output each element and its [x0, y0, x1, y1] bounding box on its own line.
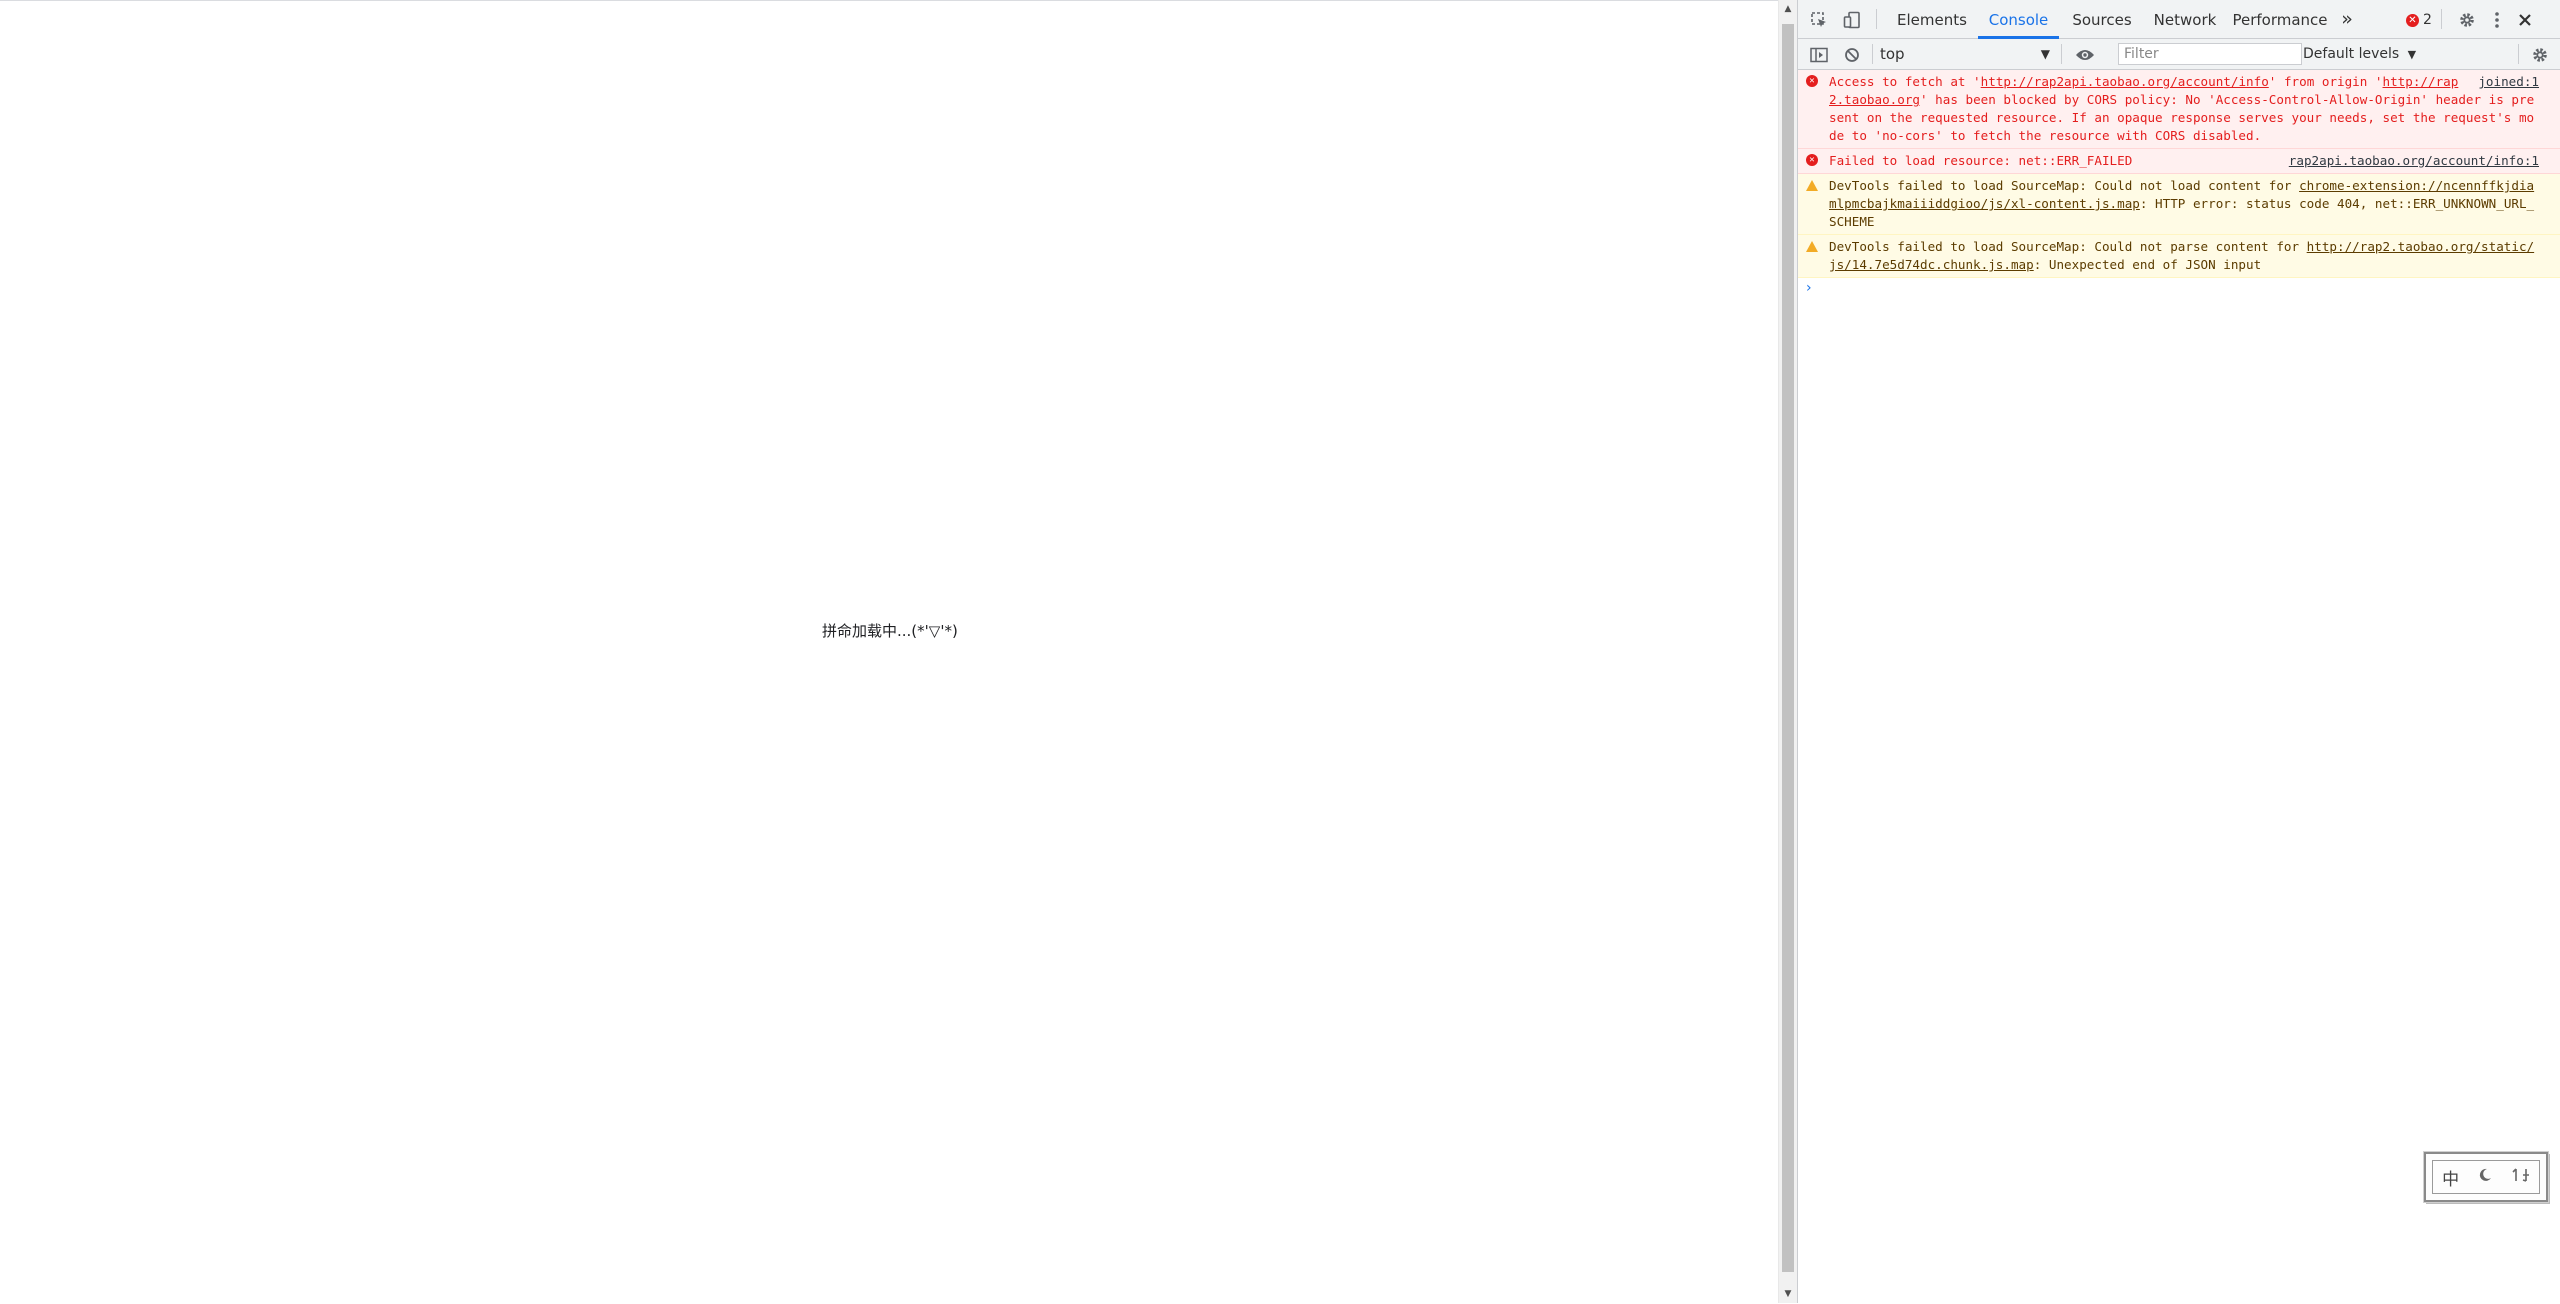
tab-network[interactable]: Network — [2145, 0, 2225, 36]
error-icon: ✕ — [1806, 154, 1818, 166]
console-toolbar: top ▼ Default levels ▼ — [1798, 39, 2560, 70]
more-options-icon[interactable] — [2487, 0, 2507, 38]
error-icon: ✕ — [2406, 13, 2419, 27]
console-message-warning[interactable]: DevTools failed to load SourceMap: Could… — [1798, 235, 2560, 278]
context-value: top — [1880, 45, 1905, 63]
ime-language-toggle[interactable]: 中 — [2442, 1165, 2459, 1190]
ime-status-bar: 中 — [2432, 1160, 2540, 1194]
scrollbar-thumb[interactable] — [1782, 24, 1794, 1272]
devtools-tabbar: Elements Console Sources Network Perform… — [1798, 0, 2560, 39]
log-levels-label: Default levels — [2303, 46, 2400, 62]
scroll-down-arrow-icon[interactable]: ▼ — [1779, 1285, 1797, 1303]
toolbar-divider — [1876, 9, 1877, 29]
settings-gear-icon[interactable] — [2455, 0, 2479, 38]
message-text: ' has been blocked by CORS policy: No 'A… — [1829, 92, 2535, 143]
half-width-icon[interactable] — [2512, 1167, 2530, 1188]
toolbar-divider — [1872, 44, 1873, 64]
close-icon[interactable] — [2513, 0, 2537, 38]
message-text: Failed to load resource: net::ERR_FAILED — [1829, 153, 2133, 168]
console-settings-gear-icon[interactable] — [2528, 39, 2552, 69]
scroll-up-arrow-icon[interactable]: ▲ — [1779, 0, 1797, 18]
warning-icon — [1806, 241, 1818, 252]
console-message-warning[interactable]: DevTools failed to load SourceMap: Could… — [1798, 174, 2560, 235]
message-text: Access to fetch at ' — [1829, 74, 1981, 89]
error-count: 2 — [2423, 12, 2432, 28]
console-messages: ✕ joined:1 Access to fetch at 'http://ra… — [1798, 70, 2560, 300]
filter-input[interactable] — [2118, 43, 2302, 65]
live-expression-eye-icon[interactable] — [2070, 39, 2100, 69]
fetch-url-link[interactable]: http://rap2api.taobao.org/account/info — [1981, 74, 2269, 89]
chevron-down-icon: ▼ — [2040, 47, 2050, 61]
message-source-link[interactable]: joined:1 — [2478, 73, 2539, 91]
page-viewport: 拼命加载中...(*'▽'*) — [0, 0, 1778, 1304]
clear-console-icon[interactable] — [1840, 39, 1864, 69]
page-scrollbar[interactable]: ▲ ▼ — [1778, 0, 1797, 1303]
moon-icon[interactable] — [2477, 1167, 2493, 1188]
console-message-error[interactable]: ✕ joined:1 Access to fetch at 'http://ra… — [1798, 70, 2560, 149]
message-text: DevTools failed to load SourceMap: Could… — [1829, 239, 2307, 254]
message-source-link[interactable]: rap2api.taobao.org/account/info:1 — [2289, 152, 2539, 170]
more-tabs-icon[interactable]: » — [2335, 0, 2359, 36]
inspect-element-icon[interactable] — [1807, 0, 1831, 38]
tab-elements[interactable]: Elements — [1890, 0, 1974, 36]
console-message-error[interactable]: ✕ rap2api.taobao.org/account/info:1 Fail… — [1798, 149, 2560, 174]
message-text: : Unexpected end of JSON input — [2033, 257, 2262, 272]
message-text: ' from origin ' — [2268, 74, 2383, 89]
devtools-panel: Elements Console Sources Network Perform… — [1797, 0, 2560, 1303]
tab-console[interactable]: Console — [1978, 0, 2059, 39]
tab-performance[interactable]: Performance — [2230, 0, 2330, 36]
toolbar-divider — [2518, 44, 2519, 64]
loading-text: 拼命加载中...(*'▽'*) — [822, 622, 958, 640]
show-sidebar-icon[interactable] — [1807, 39, 1831, 69]
message-text: DevTools failed to load SourceMap: Could… — [1829, 178, 2300, 193]
context-select[interactable]: top ▼ — [1880, 41, 2050, 66]
log-levels-dropdown[interactable]: Default levels ▼ — [2303, 39, 2416, 69]
error-counter[interactable]: ✕ 2 — [2406, 0, 2432, 38]
error-icon: ✕ — [1806, 75, 1818, 87]
console-prompt[interactable]: › — [1798, 278, 2560, 300]
ime-status-widget[interactable]: 中 — [2424, 1152, 2548, 1202]
tab-sources[interactable]: Sources — [2064, 0, 2140, 36]
device-toolbar-icon[interactable] — [1840, 0, 1864, 38]
prompt-chevron-icon: › — [1806, 280, 1812, 296]
warning-icon — [1806, 180, 1818, 191]
toolbar-divider — [2061, 44, 2062, 64]
toolbar-divider — [2441, 9, 2442, 29]
chevron-down-icon: ▼ — [2407, 48, 2417, 61]
